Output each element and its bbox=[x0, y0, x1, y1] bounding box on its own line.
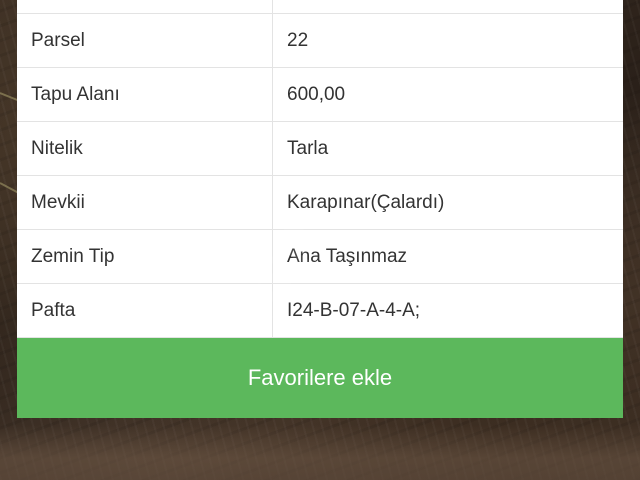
row-value bbox=[273, 0, 623, 13]
row-label: Tapu Alanı bbox=[17, 68, 273, 121]
property-details-card: Parsel 22 Tapu Alanı 600,00 Nitelik Tarl… bbox=[17, 0, 623, 418]
row-label: Nitelik bbox=[17, 122, 273, 175]
row-label: Zemin Tip bbox=[17, 230, 273, 283]
table-row-zemin-tip: Zemin Tip Ana Taşınmaz bbox=[17, 230, 623, 284]
add-to-favorites-button[interactable]: Favorilere ekle bbox=[17, 338, 623, 418]
row-value: Tarla bbox=[287, 137, 329, 159]
table-row-mevkii: Mevkii Karapınar(Çalardı) bbox=[17, 176, 623, 230]
table-row-partial bbox=[17, 0, 623, 14]
row-value: Karapınar(Çalardı) bbox=[287, 191, 445, 213]
table-row-pafta: Pafta I24-B-07-A-4-A; bbox=[17, 284, 623, 338]
row-label: Pafta bbox=[17, 284, 273, 337]
row-value: Ana Taşınmaz bbox=[287, 245, 408, 267]
row-value: I24-B-07-A-4-A; bbox=[287, 299, 421, 321]
row-label: Parsel bbox=[17, 14, 273, 67]
background-bottom-shade bbox=[0, 425, 640, 480]
table-row-tapu-alani: Tapu Alanı 600,00 bbox=[17, 68, 623, 122]
row-label: Mevkii bbox=[17, 176, 273, 229]
row-value: 22 bbox=[287, 29, 309, 51]
table-row-nitelik: Nitelik Tarla bbox=[17, 122, 623, 176]
row-value: 600,00 bbox=[287, 83, 346, 105]
row-label bbox=[17, 0, 273, 13]
table-row-parsel: Parsel 22 bbox=[17, 14, 623, 68]
